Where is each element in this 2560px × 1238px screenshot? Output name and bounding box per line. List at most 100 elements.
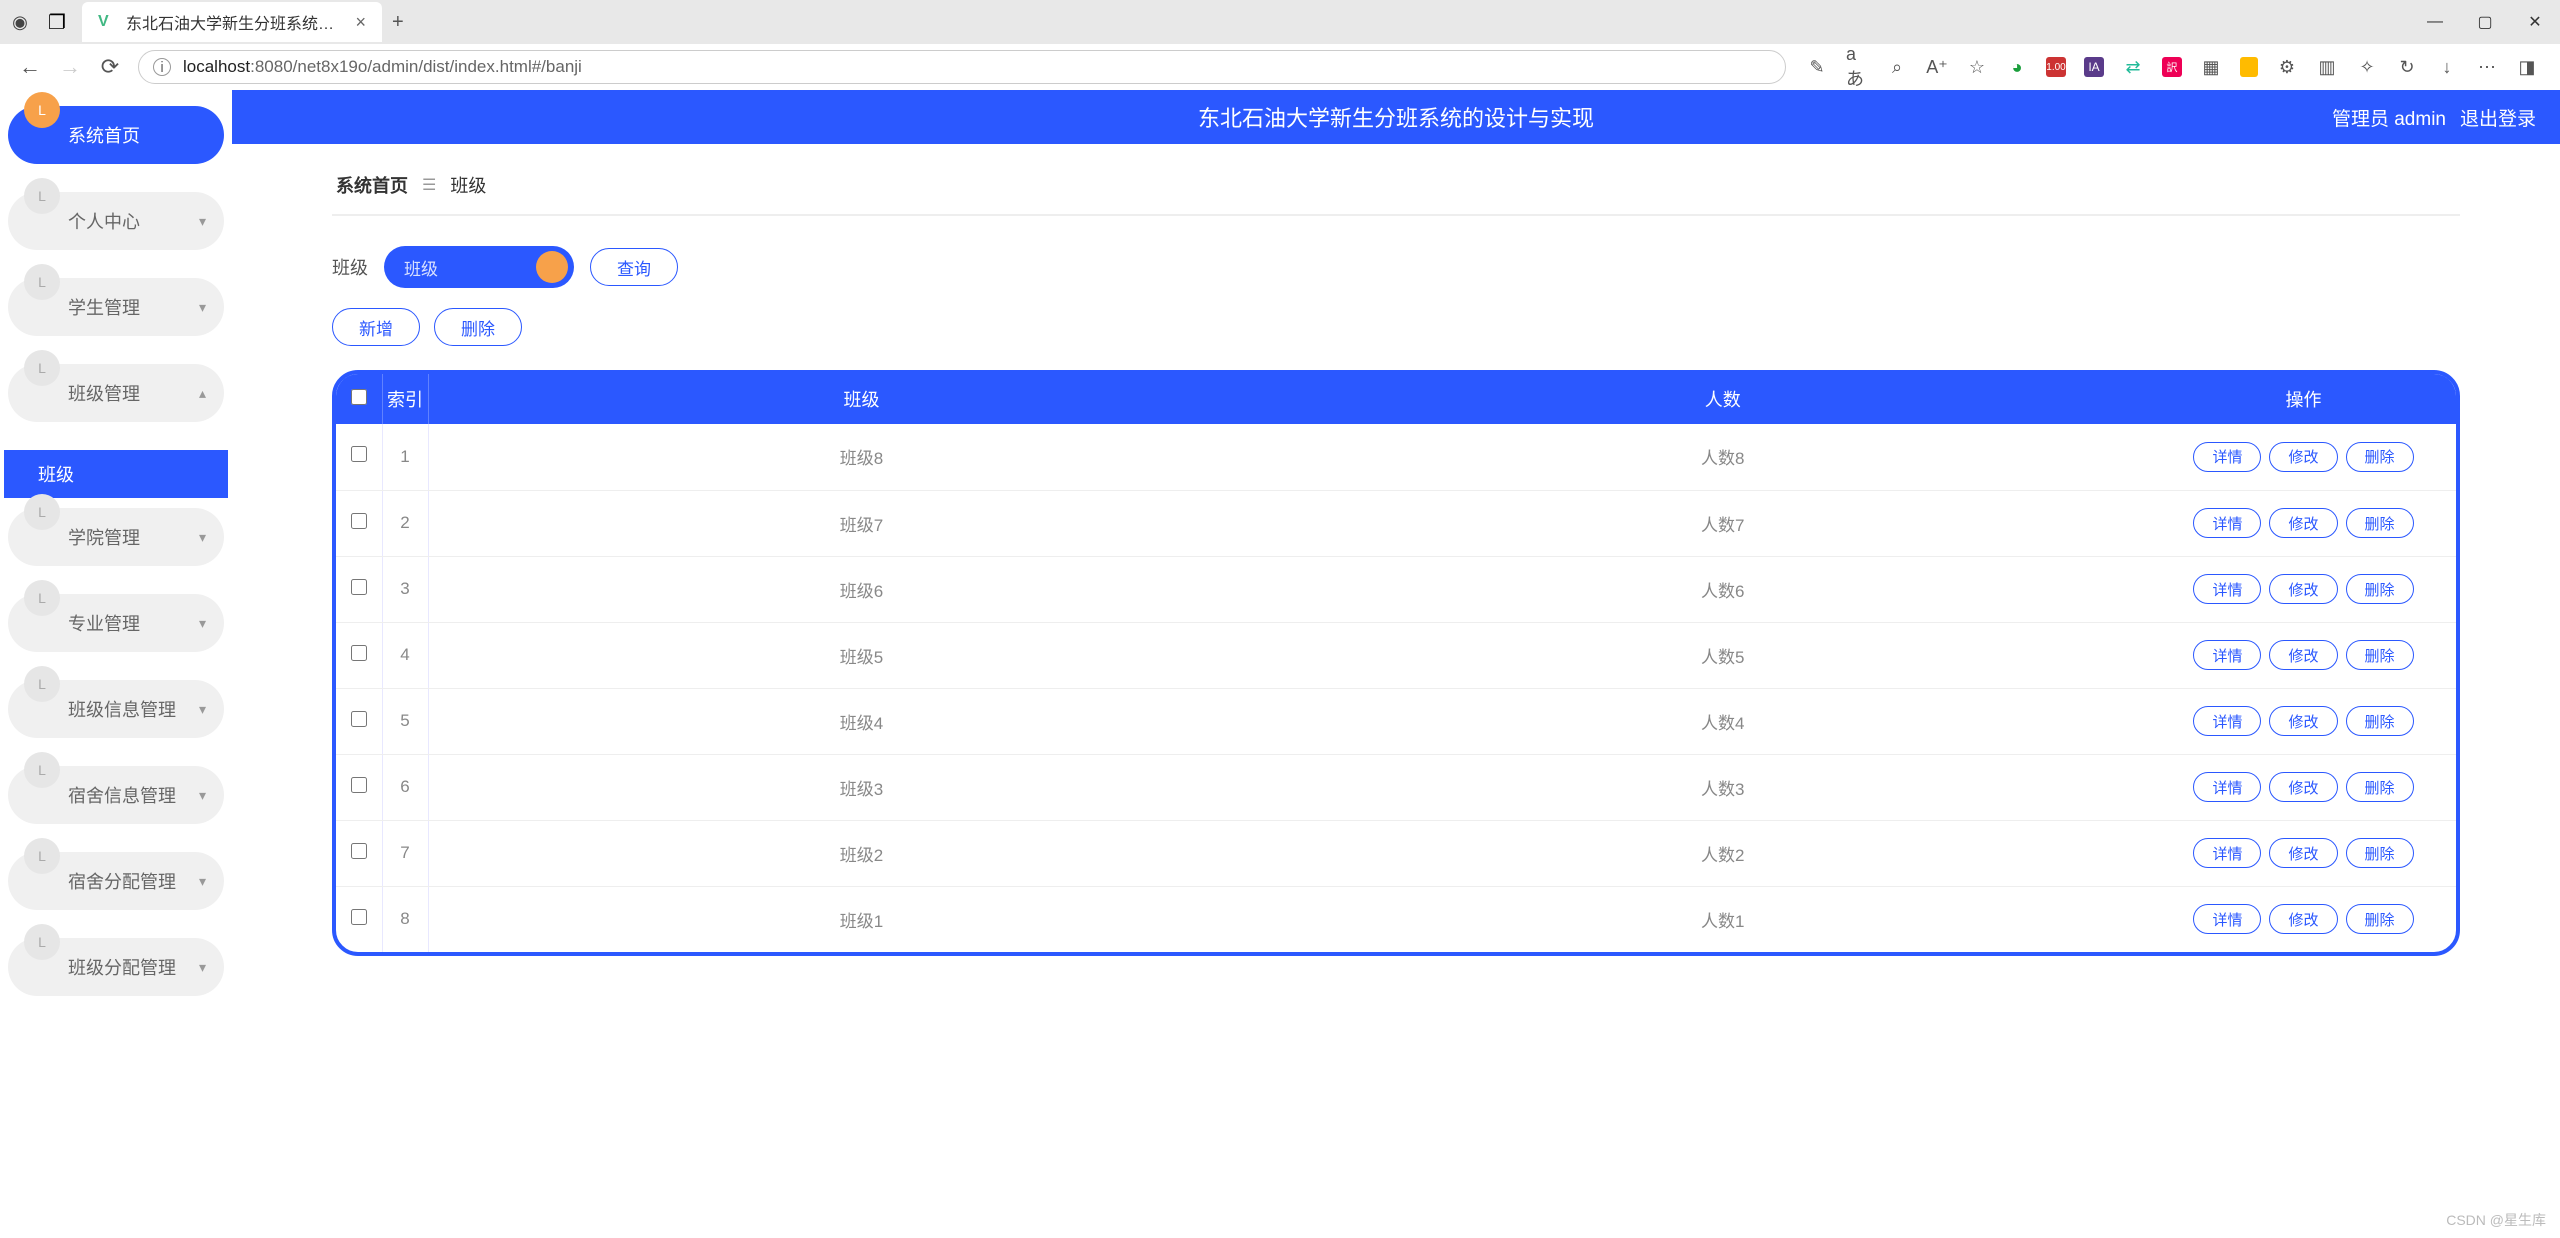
ext6-icon[interactable]: ▦ — [2200, 56, 2222, 78]
minimize-button[interactable]: — — [2410, 0, 2460, 44]
edit-button[interactable]: 修改 — [2269, 772, 2337, 802]
profile-icon[interactable]: ◉ — [8, 10, 32, 34]
query-button[interactable]: 查询 — [590, 248, 678, 286]
panel-icon[interactable]: ◨ — [2516, 56, 2538, 78]
sidebar-item-10[interactable]: L班级分配管理▾ — [8, 938, 224, 996]
workspace-icon[interactable]: ❐ — [46, 11, 68, 33]
search-icon[interactable]: ⌕ — [1886, 56, 1908, 78]
detail-button[interactable]: 详情 — [2193, 508, 2261, 538]
refresh-button[interactable]: ⟳ — [90, 47, 130, 87]
collections-icon[interactable]: ✧ — [2356, 56, 2378, 78]
row-checkbox[interactable] — [336, 622, 382, 688]
row-index: 6 — [382, 754, 428, 820]
browser-tab[interactable]: V 东北石油大学新生分班系统的设… × — [82, 2, 382, 42]
detail-button[interactable]: 详情 — [2193, 574, 2261, 604]
edit-button[interactable]: 修改 — [2269, 706, 2337, 736]
row-checkbox[interactable] — [336, 556, 382, 622]
edit-button[interactable]: 修改 — [2269, 442, 2337, 472]
breadcrumb-home[interactable]: 系统首页 — [336, 172, 408, 198]
row-index: 4 — [382, 622, 428, 688]
site-info-icon[interactable]: i — [153, 58, 171, 76]
app-title: 东北石油大学新生分班系统的设计与实现 — [1198, 101, 1594, 133]
detail-button[interactable]: 详情 — [2193, 772, 2261, 802]
ext1-icon[interactable]: ◕ — [2006, 56, 2028, 78]
url-text: localhost:8080/net8x19o/admin/dist/index… — [183, 57, 582, 77]
row-delete-button[interactable]: 删除 — [2346, 574, 2414, 604]
clock-icon: L — [24, 264, 60, 300]
detail-button[interactable]: 详情 — [2193, 904, 2261, 934]
table-row: 1班级8人数8详情修改删除 — [336, 424, 2456, 490]
forward-button[interactable]: → — [50, 47, 90, 87]
sidebar-item-5[interactable]: L学院管理▾ — [8, 508, 224, 566]
url-input[interactable]: i localhost:8080/net8x19o/admin/dist/ind… — [138, 50, 1786, 84]
ext5-icon[interactable]: 訳 — [2162, 57, 2182, 77]
detail-button[interactable]: 详情 — [2193, 442, 2261, 472]
table-row: 2班级7人数7详情修改删除 — [336, 490, 2456, 556]
edit-button[interactable]: 修改 — [2269, 508, 2337, 538]
filter-input[interactable]: 班级 — [384, 246, 574, 288]
row-renshu: 人数4 — [1294, 688, 2151, 754]
row-delete-button[interactable]: 删除 — [2346, 706, 2414, 736]
edit-button[interactable]: 修改 — [2269, 904, 2337, 934]
history-icon[interactable]: ↻ — [2396, 56, 2418, 78]
ext3-icon[interactable]: IA — [2084, 57, 2104, 77]
row-checkbox[interactable] — [336, 886, 382, 952]
menu-icon[interactable]: ⋯ — [2476, 56, 2498, 78]
ext2-icon[interactable]: 1.00 — [2046, 57, 2066, 77]
detail-button[interactable]: 详情 — [2193, 838, 2261, 868]
back-button[interactable]: ← — [10, 47, 50, 87]
maximize-button[interactable]: ▢ — [2460, 0, 2510, 44]
sidebar-icon[interactable]: ▥ — [2316, 56, 2338, 78]
row-checkbox[interactable] — [336, 820, 382, 886]
row-checkbox[interactable] — [336, 490, 382, 556]
header-checkbox[interactable] — [336, 374, 382, 424]
sidebar-item-6[interactable]: L专业管理▾ — [8, 594, 224, 652]
close-tab-icon[interactable]: × — [355, 12, 366, 33]
row-delete-button[interactable]: 删除 — [2346, 508, 2414, 538]
extensions-icon[interactable]: ⚙ — [2276, 56, 2298, 78]
close-window-button[interactable]: ✕ — [2510, 0, 2560, 44]
row-checkbox[interactable] — [336, 754, 382, 820]
logout-link[interactable]: 退出登录 — [2460, 104, 2536, 131]
row-checkbox[interactable] — [336, 688, 382, 754]
read-aloud-icon[interactable]: A⁺ — [1926, 56, 1948, 78]
row-checkbox[interactable] — [336, 424, 382, 490]
table-row: 6班级3人数3详情修改删除 — [336, 754, 2456, 820]
sidebar-item-9[interactable]: L宿舍分配管理▾ — [8, 852, 224, 910]
filter-placeholder: 班级 — [404, 255, 438, 280]
translate-icon[interactable]: aあ — [1846, 56, 1868, 78]
header-renshu: 人数 — [1294, 374, 2151, 424]
sidebar-item-2[interactable]: L学生管理▾ — [8, 278, 224, 336]
toolbar-icons: ✎ aあ ⌕ A⁺ ☆ ◕ 1.00 IA ⇄ 訳 ▦ ⚙ ▥ ✧ ↻ ↓ ⋯ … — [1794, 56, 2550, 78]
downloads-icon[interactable]: ↓ — [2436, 56, 2458, 78]
new-tab-button[interactable]: + — [392, 11, 404, 34]
ext7-icon[interactable] — [2240, 57, 2258, 77]
clock-icon: L — [24, 494, 60, 530]
row-delete-button[interactable]: 删除 — [2346, 640, 2414, 670]
favorite-icon[interactable]: ☆ — [1966, 56, 1988, 78]
delete-button[interactable]: 删除 — [434, 308, 522, 346]
chevron-icon: ▾ — [199, 299, 206, 316]
add-button[interactable]: 新增 — [332, 308, 420, 346]
clock-icon: L — [24, 924, 60, 960]
sidebar-item-0[interactable]: L系统首页 — [8, 106, 224, 164]
ext4-icon[interactable]: ⇄ — [2122, 56, 2144, 78]
header-banji: 班级 — [428, 374, 1294, 424]
row-delete-button[interactable]: 删除 — [2346, 442, 2414, 472]
sidebar-item-3[interactable]: L班级管理▴ — [8, 364, 224, 422]
sidebar-item-8[interactable]: L宿舍信息管理▾ — [8, 766, 224, 824]
sidebar-item-4[interactable]: 班级 — [4, 450, 228, 498]
user-label[interactable]: 管理员 admin — [2332, 104, 2446, 131]
voice-icon[interactable]: ✎ — [1806, 56, 1828, 78]
app-header: 东北石油大学新生分班系统的设计与实现 管理员 admin 退出登录 — [232, 90, 2560, 144]
detail-button[interactable]: 详情 — [2193, 706, 2261, 736]
row-delete-button[interactable]: 删除 — [2346, 838, 2414, 868]
edit-button[interactable]: 修改 — [2269, 574, 2337, 604]
edit-button[interactable]: 修改 — [2269, 640, 2337, 670]
sidebar-item-7[interactable]: L班级信息管理▾ — [8, 680, 224, 738]
row-delete-button[interactable]: 删除 — [2346, 772, 2414, 802]
edit-button[interactable]: 修改 — [2269, 838, 2337, 868]
sidebar-item-1[interactable]: L个人中心▾ — [8, 192, 224, 250]
row-delete-button[interactable]: 删除 — [2346, 904, 2414, 934]
detail-button[interactable]: 详情 — [2193, 640, 2261, 670]
